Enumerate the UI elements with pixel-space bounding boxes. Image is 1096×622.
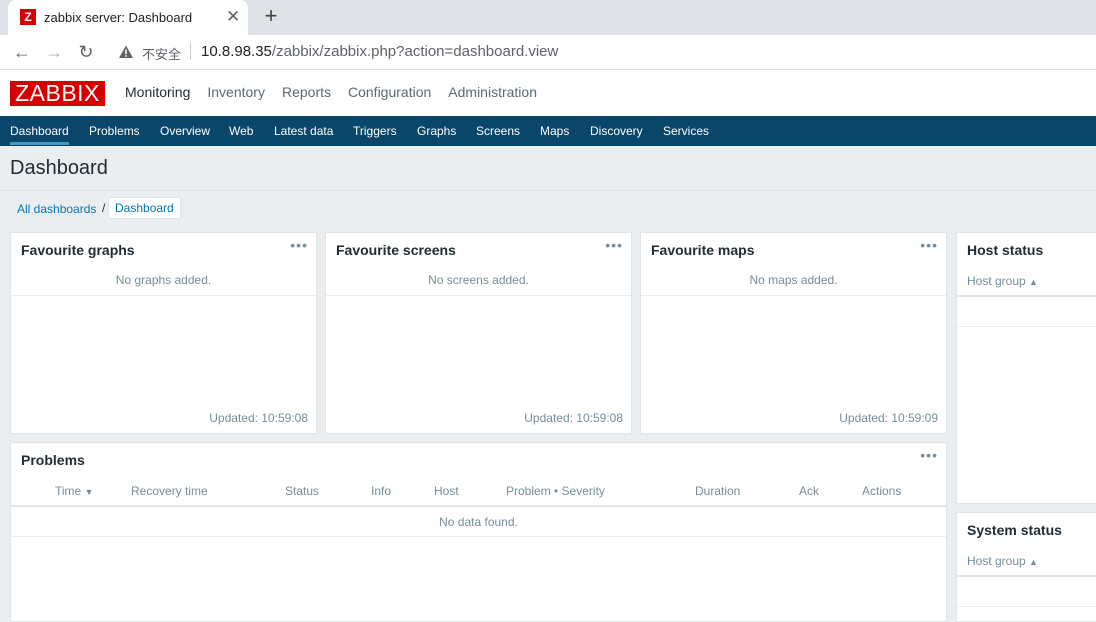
page-title: Dashboard [10,157,108,179]
widget-menu-icon[interactable]: ••• [605,237,623,253]
sub-menu-discovery[interactable]: Discovery [590,124,643,138]
sub-menu-latest-data[interactable]: Latest data [274,124,333,138]
main-menu-reports[interactable]: Reports [282,84,331,100]
empty-message: No graphs added. [115,273,212,287]
widget-divider [326,295,631,296]
column-label: Host group [967,554,1026,568]
column-host-group[interactable]: Host group ▲ [967,274,1038,288]
widget-title: Problems [21,452,85,468]
widget-favourite-maps: Favourite maps ••• No maps added. Update… [640,232,947,434]
column-time[interactable]: Time ▼ [55,484,94,498]
zabbix-logo[interactable]: ZABBIX [10,81,105,106]
table-row-divider [11,536,946,537]
main-menu-configuration[interactable]: Configuration [348,84,431,100]
tab-title: zabbix server: Dashboard [44,10,193,25]
back-arrow-icon[interactable]: ← [11,41,33,63]
breadcrumb-separator: / [102,201,106,215]
new-tab-button[interactable]: + [260,5,282,27]
column-problem-severity[interactable]: Problem • Severity [506,484,605,498]
updated-time: Updated: 10:59:08 [524,411,623,425]
main-menu-inventory[interactable]: Inventory [207,84,265,100]
sub-menu-maps[interactable]: Maps [540,124,569,138]
column-status[interactable]: Status [285,484,319,498]
widget-title: Host status [967,242,1044,258]
column-info[interactable]: Info [371,484,391,498]
main-menu: Monitoring Inventory Reports Configuration A… [125,84,554,102]
column-host-group[interactable]: Host group ▲ [967,554,1038,568]
insecure-label[interactable]: 不安全 [142,44,181,63]
table-header-divider [957,575,1096,577]
table-row-divider [957,326,1096,327]
column-label: Host group [967,274,1026,288]
zabbix-favicon-icon: Z [20,9,36,25]
browser-toolbar: ← → ↻ 不安全 10.8.98.35/zabbix/zabbix.php?a… [0,35,1096,70]
table-header-divider [957,295,1096,297]
empty-message: No screens added. [428,273,529,287]
widget-title: Favourite screens [336,242,456,258]
browser-tab-active[interactable]: Z zabbix server: Dashboard ✕ [8,0,248,35]
no-data-message: No data found. [439,515,518,529]
widget-divider [11,295,316,296]
url-divider [190,42,191,60]
column-duration[interactable]: Duration [695,484,740,498]
widget-title: Favourite maps [651,242,755,258]
widget-problems: Problems ••• Time ▼ Recovery time Status… [10,442,947,622]
main-menu-administration[interactable]: Administration [448,84,537,100]
sub-menu: Dashboard Problems Overview Web Latest d… [0,116,1096,146]
sub-menu-web[interactable]: Web [229,124,253,138]
widget-host-status: Host status Host group ▲ [956,232,1096,504]
widget-divider [641,295,946,296]
title-divider [0,190,1096,191]
column-label: Time [55,484,82,498]
forward-arrow-icon[interactable]: → [43,41,65,63]
sort-ascending-icon: ▲ [1029,277,1038,287]
sub-menu-problems[interactable]: Problems [89,124,140,138]
column-recovery-time[interactable]: Recovery time [131,484,208,498]
column-actions[interactable]: Actions [862,484,901,498]
sort-ascending-icon: ▲ [1029,557,1038,567]
sub-menu-graphs[interactable]: Graphs [417,124,456,138]
widget-system-status: System status Host group ▲ [956,512,1096,622]
widget-menu-icon[interactable]: ••• [290,237,308,253]
breadcrumb-current[interactable]: Dashboard [108,197,181,219]
sub-menu-dashboard[interactable]: Dashboard [10,124,69,138]
breadcrumb-all-dashboards[interactable]: All dashboards [17,202,96,216]
empty-message: No maps added. [749,273,838,287]
sort-descending-icon: ▼ [84,487,94,497]
updated-time: Updated: 10:59:09 [839,411,938,425]
close-icon[interactable]: ✕ [226,7,240,27]
sub-menu-screens[interactable]: Screens [476,124,520,138]
main-menu-monitoring[interactable]: Monitoring [125,84,190,100]
sub-menu-overview[interactable]: Overview [160,124,210,138]
widget-favourite-screens: Favourite screens ••• No screens added. … [325,232,632,434]
sub-menu-triggers[interactable]: Triggers [353,124,397,138]
column-ack[interactable]: Ack [799,484,819,498]
reload-icon[interactable]: ↻ [75,41,97,63]
widget-title: System status [967,522,1062,538]
url-path: /zabbix/zabbix.php?action=dashboard.view [271,43,559,60]
table-header-divider [11,505,946,507]
zabbix-header: ZABBIX Monitoring Inventory Reports Configu… [0,70,1096,116]
active-submenu-indicator [10,142,69,145]
widget-menu-icon[interactable]: ••• [920,447,938,463]
browser-tabstrip: Z zabbix server: Dashboard ✕ + [0,0,1096,35]
widget-menu-icon[interactable]: ••• [920,237,938,253]
sub-menu-services[interactable]: Services [663,124,709,138]
widget-favourite-graphs: Favourite graphs ••• No graphs added. Up… [10,232,317,434]
updated-time: Updated: 10:59:08 [209,411,308,425]
warning-triangle-icon[interactable] [118,44,134,60]
column-host[interactable]: Host [434,484,459,498]
url-field[interactable]: 10.8.98.35/zabbix/zabbix.php?action=dash… [201,43,558,60]
widget-title: Favourite graphs [21,242,135,258]
table-row-divider [957,606,1096,607]
url-host: 10.8.98.35 [201,43,272,60]
